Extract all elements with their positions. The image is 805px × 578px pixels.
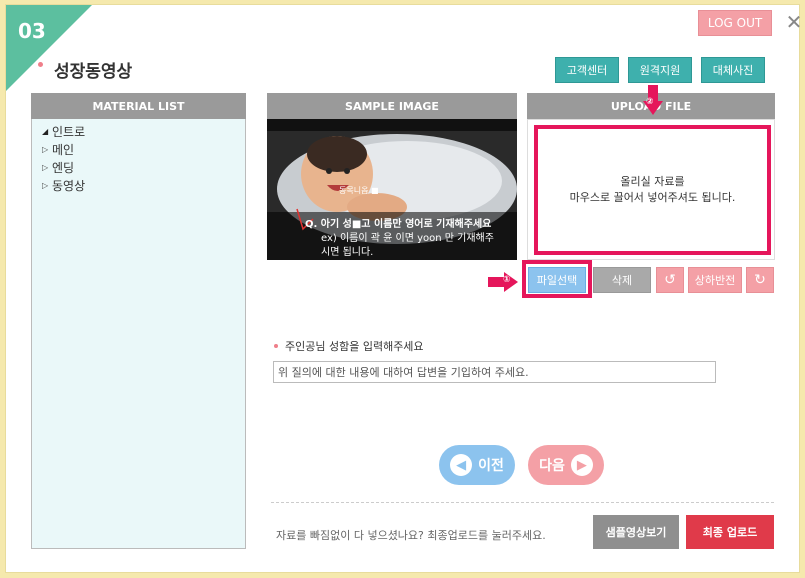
next-button[interactable]: 다음 ▶ [528,445,604,485]
overlay-small-text: 동목니옵 ■ [339,186,379,195]
expanded-icon: ◢ [42,127,49,136]
flip-vertical-button[interactable]: 상하반전 [688,267,742,293]
step-marker: ② [646,97,654,107]
arrow-left-icon: ◀ [450,454,473,476]
select-file-button[interactable]: 파일선택 [528,267,586,293]
final-upload-button[interactable]: 최종 업로드 [686,515,774,549]
collapsed-icon: ▷ [42,145,49,154]
upload-dropzone[interactable]: 올리실 자료를 마우스로 끌어서 넣어주셔도 됩니다. [527,119,775,260]
tree-item-intro[interactable]: ◢ 인트로 [42,123,85,140]
sample-image-header: SAMPLE IMAGE [267,93,517,119]
prev-button[interactable]: ◀ 이전 [439,445,515,485]
caption-line: Q. 아기 성■고 이름만 영어로 기재해주세요 [305,219,492,230]
step-number: 03 [18,19,46,43]
rotate-right-icon[interactable]: ↻ [746,267,774,293]
remote-support-button[interactable]: 원격지원 [628,57,692,83]
tree-item-main[interactable]: ▷ 메인 [42,141,74,158]
question-label: 주인공님 성함을 입력해주세요 [285,340,424,353]
upload-dropzone-highlight[interactable]: 올리실 자료를 마우스로 끌어서 넣어주셔도 됩니다. [534,125,771,255]
upload-hint: 올리실 자료를 [620,175,685,188]
next-label: 다음 [539,458,565,474]
rotate-left-icon[interactable]: ↺ [656,267,684,293]
collapsed-icon: ▷ [42,181,49,190]
caption-line: 시면 됩니다. [321,247,374,258]
close-icon[interactable]: ✕ [784,12,804,32]
title-bullet [38,62,43,67]
customer-center-button[interactable]: 고객센터 [555,57,619,83]
upload-hint: 마우스로 끌어서 넣어주셔도 됩니다. [569,191,736,204]
arrow-right-icon: ▶ [570,454,593,476]
answer-input[interactable] [273,361,716,383]
material-list-header: MATERIAL LIST [31,93,246,119]
sample-image: 동목니옵 ■ Q. 아기 성■고 이름만 영어로 기재해주세요 ex) 이름이 … [267,119,517,260]
replace-photo-button[interactable]: 대체사진 [701,57,765,83]
divider [271,502,774,503]
footer-notice: 자료를 빠짐없이 다 넣으셨나요? 최종업로드를 눌러주세요. [276,529,546,542]
tree-item-label: 메인 [52,143,75,157]
delete-button[interactable]: 삭제 [593,267,651,293]
tree-item-label: 인트로 [52,125,86,139]
sample-video-button[interactable]: 샘플영상보기 [593,515,679,549]
material-list: ◢ 인트로 ▷ 메인 ▷ 엔딩 ▷ 동영상 [31,119,246,549]
caption-line: ex) 이름이 곽 윤 이면 yoon 만 기재해주 [321,233,494,244]
collapsed-icon: ▷ [42,163,49,172]
logout-button[interactable]: LOG OUT [698,10,772,36]
question-bullet [274,344,278,348]
tree-item-label: 동영상 [52,179,86,193]
page-title: 성장동영상 [54,62,133,82]
tree-item-label: 엔딩 [52,161,75,175]
tree-item-video[interactable]: ▷ 동영상 [42,177,85,194]
prev-label: 이전 [478,458,504,474]
step-marker: ① [503,275,511,285]
main-frame: 03 LOG OUT ✕ 성장동영상 고객센터 원격지원 대체사진 MATERI… [5,4,802,573]
tree-item-ending[interactable]: ▷ 엔딩 [42,159,74,176]
